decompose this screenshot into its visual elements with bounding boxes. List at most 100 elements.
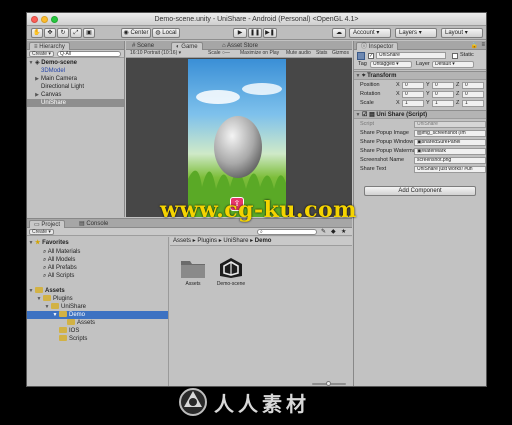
folder-icon bbox=[59, 311, 67, 318]
layout-dropdown[interactable]: Layout ▾ bbox=[441, 28, 483, 38]
project-search-input[interactable]: ⌕ bbox=[257, 229, 317, 235]
maximize-on-play-toggle[interactable]: Maximize on Play bbox=[238, 51, 281, 57]
tree-item-ios[interactable]: IOS bbox=[27, 327, 168, 335]
position-z-field[interactable]: 0 bbox=[462, 82, 484, 89]
pivot-local-button[interactable]: ◍ Local bbox=[152, 28, 180, 38]
game-viewport[interactable]: ⇪ bbox=[188, 59, 286, 217]
move-tool-button[interactable]: ✥ bbox=[44, 28, 56, 38]
component-enabled-checkbox[interactable]: ☑ bbox=[362, 112, 367, 118]
maximize-label: Maximize on Play bbox=[240, 50, 280, 56]
filter-by-label-icon[interactable]: ◆ bbox=[331, 228, 336, 235]
tag-dropdown[interactable]: Untagged ▾ bbox=[370, 61, 412, 68]
unity-scene-icon: ◈ bbox=[35, 60, 40, 66]
assets-root-row[interactable]: ▼ Assets bbox=[27, 287, 168, 295]
project-create-button[interactable]: Create ▾ bbox=[29, 229, 54, 235]
tab-inspector[interactable]: ⓘ Inspector bbox=[356, 42, 399, 50]
asset-tile-label: Assets bbox=[185, 281, 201, 287]
hand-tool-button[interactable]: ✋ bbox=[31, 28, 43, 38]
pivot-center-button[interactable]: ◉ Center bbox=[121, 28, 151, 38]
tab-asset-store[interactable]: ⌂ Asset Store bbox=[218, 42, 262, 50]
close-window-button[interactable] bbox=[31, 16, 38, 23]
favorite-item[interactable]: ⌕ All Models bbox=[27, 256, 168, 264]
scale-slider[interactable]: Scale ○— bbox=[206, 51, 232, 57]
rotate-tool-button[interactable]: ↻ bbox=[57, 28, 69, 38]
share-popup-window-field[interactable]: ▣sharedSurePanel bbox=[414, 139, 486, 146]
scene-row[interactable]: ▼ ◈ Demo-scene bbox=[27, 59, 124, 67]
object-name-field[interactable]: UniShare bbox=[376, 52, 446, 59]
tab-project[interactable]: ▭ Project bbox=[29, 220, 66, 228]
hierarchy-item-directional-light[interactable]: Directional Light bbox=[27, 83, 124, 91]
resolution-dropdown[interactable]: 16:10 Portrait (10:16) ▾ bbox=[128, 51, 183, 57]
icon-size-slider[interactable] bbox=[312, 381, 346, 386]
rotation-y-field[interactable]: 0 bbox=[432, 91, 454, 98]
cloud-button[interactable]: ☁ bbox=[332, 28, 346, 38]
rect-tool-button[interactable]: ▣ bbox=[83, 28, 95, 38]
layers-dropdown[interactable]: Layers ▾ bbox=[395, 28, 437, 38]
tab-scene[interactable]: # Scene bbox=[128, 42, 158, 50]
share-popup-image-field[interactable]: ▨img_screenshot (Im bbox=[414, 130, 486, 137]
prop-value: UniShare just works! #un bbox=[417, 166, 473, 172]
play-button[interactable]: ▶ bbox=[233, 28, 247, 38]
rotation-z-field[interactable]: 0 bbox=[462, 91, 484, 98]
scale-x-field[interactable]: 1 bbox=[402, 100, 424, 107]
tree-item-plugins[interactable]: ▼ Plugins bbox=[27, 295, 168, 303]
account-dropdown[interactable]: Account ▾ bbox=[349, 28, 391, 38]
hierarchy-item-unishare[interactable]: UniShare bbox=[27, 99, 124, 107]
static-checkbox[interactable] bbox=[452, 53, 458, 59]
share-text-field[interactable]: UniShare just works! #un bbox=[414, 166, 486, 173]
favorites-row[interactable]: ▼ ★ Favorites bbox=[27, 239, 168, 247]
position-x-field[interactable]: 0 bbox=[402, 82, 424, 89]
asset-tile-assets[interactable]: Assets bbox=[178, 257, 208, 287]
menu-icon[interactable]: ≡ bbox=[481, 42, 485, 48]
favorite-item[interactable]: ⌕ All Scripts bbox=[27, 272, 168, 280]
breadcrumb-item[interactable]: Assets bbox=[173, 238, 191, 244]
folder-icon bbox=[51, 303, 59, 310]
tab-hierarchy[interactable]: ≡ Hierarchy bbox=[29, 42, 70, 50]
stats-toggle[interactable]: Stats bbox=[314, 51, 329, 57]
asset-tile-demo-scene[interactable]: Demo-scene bbox=[214, 257, 248, 287]
share-popup-watermark-field[interactable]: ▣WaterMark bbox=[414, 148, 486, 155]
layer-dropdown[interactable]: Default ▾ bbox=[432, 61, 474, 68]
star-icon[interactable]: ★ bbox=[341, 228, 346, 235]
pause-button[interactable]: ❚❚ bbox=[248, 28, 262, 38]
breadcrumb-item[interactable]: Demo bbox=[255, 238, 272, 244]
rotation-x-field[interactable]: 0 bbox=[402, 91, 424, 98]
triangle-down-icon: ▼ bbox=[355, 112, 361, 118]
hierarchy-item-3dmodel[interactable]: 3DModel bbox=[27, 67, 124, 75]
hierarchy-item-canvas[interactable]: ▶ Canvas bbox=[27, 91, 124, 99]
mute-audio-toggle[interactable]: Mute audio bbox=[284, 51, 313, 57]
hierarchy-search-input[interactable]: Q·All bbox=[57, 51, 121, 57]
active-checkbox[interactable]: ✓ bbox=[368, 53, 374, 59]
position-y-field[interactable]: 0 bbox=[432, 82, 454, 89]
filter-by-type-icon[interactable]: ✎ bbox=[321, 228, 326, 235]
tab-scene-label: Scene bbox=[137, 43, 155, 49]
add-component-button[interactable]: Add Component bbox=[364, 186, 476, 196]
step-button[interactable]: ▶❚ bbox=[263, 28, 277, 38]
minimize-window-button[interactable] bbox=[41, 16, 48, 23]
gizmos-toggle[interactable]: Gizmos bbox=[330, 51, 351, 57]
lock-icon[interactable]: 🔒 bbox=[471, 42, 478, 49]
screenshot-name-field[interactable]: screenshot.png bbox=[414, 157, 486, 164]
favorite-item[interactable]: ⌕ All Prefabs bbox=[27, 264, 168, 272]
transform-header[interactable]: ▼ ⌖ Transform bbox=[354, 71, 486, 80]
tree-item-unishare[interactable]: ▼ UniShare bbox=[27, 303, 168, 311]
scale-y-field[interactable]: 1 bbox=[432, 100, 454, 107]
tree-item-demo[interactable]: ▼ Demo bbox=[27, 311, 168, 319]
tree-item-scripts[interactable]: Scripts bbox=[27, 335, 168, 343]
unishare-component-header[interactable]: ▼ ☑ ▤ Uni Share (Script) bbox=[354, 110, 486, 119]
folder-icon bbox=[59, 335, 67, 342]
tree-item-label: IOS bbox=[69, 328, 80, 334]
tab-console[interactable]: ▤ Console bbox=[75, 220, 112, 228]
zoom-window-button[interactable] bbox=[51, 16, 58, 23]
breadcrumb-item[interactable]: UniShare bbox=[223, 238, 248, 244]
tab-game[interactable]: ◐ Game bbox=[171, 42, 203, 50]
scale-tool-button[interactable]: ⤢ bbox=[70, 28, 82, 38]
breadcrumb-item[interactable]: Plugins bbox=[197, 238, 217, 244]
triangle-down-icon: ▼ bbox=[44, 304, 50, 310]
tree-item-assets[interactable]: Assets bbox=[27, 319, 168, 327]
create-button[interactable]: Create ▾ bbox=[29, 51, 54, 57]
hierarchy-item-main-camera[interactable]: ▶ Main Camera bbox=[27, 75, 124, 83]
search-icon: ⌕ bbox=[43, 257, 47, 263]
favorite-item[interactable]: ⌕ All Materials bbox=[27, 248, 168, 256]
scale-z-field[interactable]: 1 bbox=[462, 100, 484, 107]
